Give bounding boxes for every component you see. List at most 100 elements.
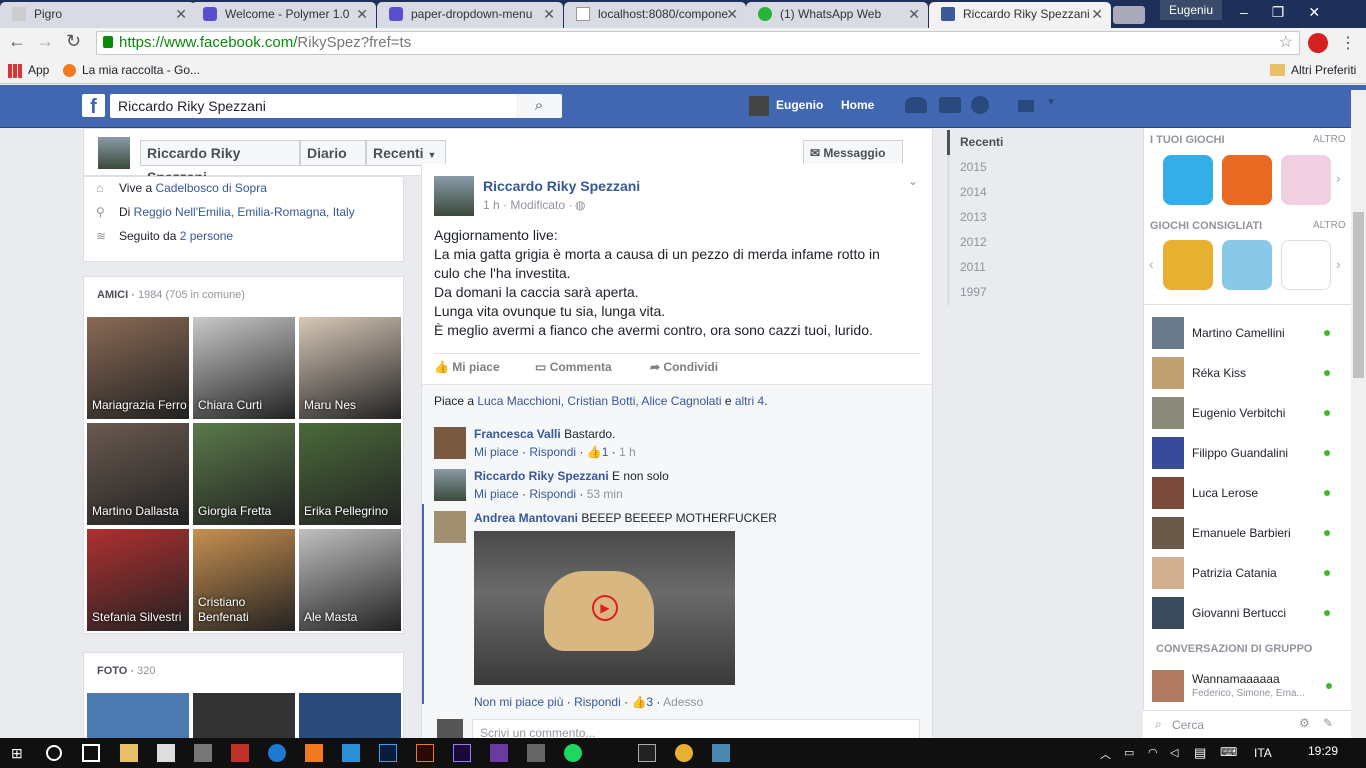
app-icon[interactable] bbox=[342, 744, 360, 762]
chat-contact[interactable]: Emanuele Barbieri bbox=[1152, 517, 1342, 557]
share-button[interactable]: ➦ Condividi bbox=[650, 360, 718, 374]
comment-input[interactable]: Scrivi un commento... bbox=[472, 719, 920, 740]
app-icon[interactable] bbox=[712, 744, 730, 762]
video-thumbnail[interactable]: ▶ bbox=[474, 531, 735, 685]
tab-paper-dropdown[interactable]: paper-dropdown-menu ✕ bbox=[377, 2, 563, 28]
close-icon[interactable]: ✕ bbox=[908, 2, 920, 26]
game-icon[interactable] bbox=[1163, 240, 1213, 290]
scrollbar[interactable] bbox=[1351, 90, 1366, 738]
comment-reply-link[interactable]: Rispondi bbox=[529, 445, 576, 459]
windows-start-icon[interactable]: ⊞ bbox=[11, 745, 23, 762]
user-name-link[interactable]: Eugenio bbox=[776, 98, 823, 112]
avatar[interactable] bbox=[434, 469, 466, 501]
terminal-icon[interactable] bbox=[638, 744, 656, 762]
game-icon[interactable] bbox=[1281, 240, 1331, 290]
facebook-logo-icon[interactable]: f bbox=[82, 94, 105, 118]
avatar[interactable] bbox=[434, 511, 466, 543]
friend-tile[interactable]: Ale Masta bbox=[299, 529, 401, 631]
chat-contact[interactable]: Réka Kiss bbox=[1152, 357, 1342, 397]
game-icon[interactable] bbox=[1222, 240, 1272, 290]
search-icon[interactable]: ⌕ bbox=[516, 94, 562, 118]
after-effects-icon[interactable] bbox=[453, 744, 471, 762]
chat-contact[interactable]: Filippo Guandalini bbox=[1152, 437, 1342, 477]
chevron-right-icon[interactable]: › bbox=[1336, 256, 1341, 272]
chevron-up-icon[interactable]: ︿ bbox=[1100, 746, 1111, 762]
year-link[interactable]: 2011 bbox=[947, 255, 1027, 280]
notifications-icon[interactable]: ▤ bbox=[1194, 745, 1206, 761]
message-button[interactable]: ✉ Messaggio bbox=[803, 140, 903, 166]
like-button[interactable]: 👍 Mi piace bbox=[434, 360, 500, 374]
bookmark-raccolta[interactable]: La mia raccolta - Go... bbox=[82, 58, 200, 82]
year-link[interactable]: 1997 bbox=[947, 280, 1027, 305]
chat-contact[interactable]: Patrizia Catania bbox=[1152, 557, 1342, 597]
app-icon[interactable] bbox=[231, 744, 249, 762]
from-link[interactable]: Reggio Nell'Emilia, Emilia-Romagna, Ital… bbox=[134, 205, 355, 219]
gear-icon[interactable]: ⚙ bbox=[1299, 716, 1310, 730]
year-link[interactable]: 2012 bbox=[947, 230, 1027, 255]
app-icon[interactable] bbox=[194, 744, 212, 762]
scrollbar-thumb[interactable] bbox=[1353, 212, 1364, 378]
window-controls[interactable]: –❐✕ bbox=[1240, 4, 1344, 21]
menu-icon[interactable]: ⋮ bbox=[1340, 33, 1356, 53]
friend-tile[interactable]: Giorgia Fretta bbox=[193, 423, 295, 525]
game-icon[interactable] bbox=[1222, 155, 1272, 205]
store-icon[interactable] bbox=[157, 744, 175, 762]
app-icon[interactable] bbox=[527, 744, 545, 762]
friend-tile[interactable]: Cristiano Benfenati bbox=[193, 529, 295, 631]
more-link[interactable]: ALTRO bbox=[1313, 134, 1346, 145]
chevron-right-icon[interactable]: › bbox=[1336, 170, 1341, 186]
group-name[interactable]: Wannamaaaaaa bbox=[1192, 672, 1280, 686]
friend-tile[interactable]: Chiara Curti bbox=[193, 317, 295, 419]
chat-contact[interactable]: Giovanni Bertucci bbox=[1152, 597, 1342, 637]
battery-icon[interactable]: ▭ bbox=[1124, 746, 1134, 759]
chrome-icon[interactable] bbox=[675, 744, 693, 762]
cortana-icon[interactable] bbox=[46, 745, 62, 761]
task-view-icon[interactable] bbox=[82, 744, 100, 762]
wifi-icon[interactable]: ◠ bbox=[1148, 746, 1158, 759]
chevron-down-icon[interactable]: ⌄ bbox=[908, 174, 918, 188]
comment-author-link[interactable]: Riccardo Riky Spezzani bbox=[474, 469, 609, 483]
photo-thumb[interactable] bbox=[299, 693, 401, 743]
recenti-button[interactable]: Recenti ▼ bbox=[366, 140, 446, 166]
photo-thumb[interactable] bbox=[193, 693, 295, 743]
others-link[interactable]: altri 4 bbox=[735, 394, 764, 408]
diario-button[interactable]: Diario ▼ bbox=[300, 140, 366, 184]
chat-search-input[interactable]: Cerca bbox=[1172, 718, 1204, 732]
comment-reply-link[interactable]: Rispondi bbox=[529, 487, 576, 501]
messages-icon[interactable] bbox=[939, 97, 961, 113]
game-icon[interactable] bbox=[1163, 155, 1213, 205]
close-icon[interactable]: ✕ bbox=[175, 2, 187, 26]
likers-link[interactable]: Luca Macchioni, Cristian Botti, Alice Ca… bbox=[477, 394, 721, 408]
friend-tile[interactable]: Erika Pellegrino bbox=[299, 423, 401, 525]
comment-author-link[interactable]: Francesca Valli bbox=[474, 427, 561, 441]
close-icon[interactable]: ✕ bbox=[543, 2, 555, 26]
profile-avatar[interactable] bbox=[98, 137, 130, 169]
year-link[interactable]: 2014 bbox=[947, 180, 1027, 205]
facebook-search-input[interactable]: Riccardo Riky Spezzani bbox=[110, 94, 562, 118]
photoshop-icon[interactable] bbox=[379, 744, 397, 762]
friends-title[interactable]: AMICI bbox=[97, 289, 128, 301]
chevron-down-icon[interactable]: ▼ bbox=[1046, 97, 1056, 108]
close-icon[interactable]: ✕ bbox=[356, 2, 368, 26]
bookmark-apps[interactable]: App bbox=[28, 58, 49, 82]
forward-icon[interactable]: → bbox=[36, 31, 54, 52]
profile-name-button[interactable]: Riccardo Riky Spezzani bbox=[140, 140, 300, 185]
file-explorer-icon[interactable] bbox=[120, 744, 138, 762]
post-author-avatar[interactable] bbox=[434, 176, 474, 216]
address-bar[interactable]: https://www.facebook.com/RikySpez?fref=t… bbox=[96, 31, 1300, 55]
new-tab-button[interactable] bbox=[1113, 6, 1145, 24]
comment-author-link[interactable]: Andrea Mantovani bbox=[474, 511, 578, 525]
tab-polymer-welcome[interactable]: Welcome - Polymer 1.0 ✕ bbox=[191, 2, 376, 28]
back-icon[interactable]: ← bbox=[8, 31, 26, 52]
more-link[interactable]: ALTRO bbox=[1313, 220, 1346, 231]
tab-pigro[interactable]: Pigro ✕ bbox=[0, 2, 195, 28]
year-link[interactable]: 2015 bbox=[947, 155, 1027, 180]
clock[interactable]: 19:29 bbox=[1308, 744, 1338, 758]
volume-icon[interactable]: ◁ bbox=[1170, 746, 1178, 759]
tab-whatsapp[interactable]: (1) WhatsApp Web ✕ bbox=[746, 2, 928, 28]
extension-icon[interactable] bbox=[1308, 33, 1328, 53]
chevron-left-icon[interactable]: ‹ bbox=[1149, 256, 1154, 272]
close-icon[interactable]: ✕ bbox=[726, 2, 738, 26]
year-link[interactable]: 2013 bbox=[947, 205, 1027, 230]
edge-icon[interactable] bbox=[268, 744, 286, 762]
